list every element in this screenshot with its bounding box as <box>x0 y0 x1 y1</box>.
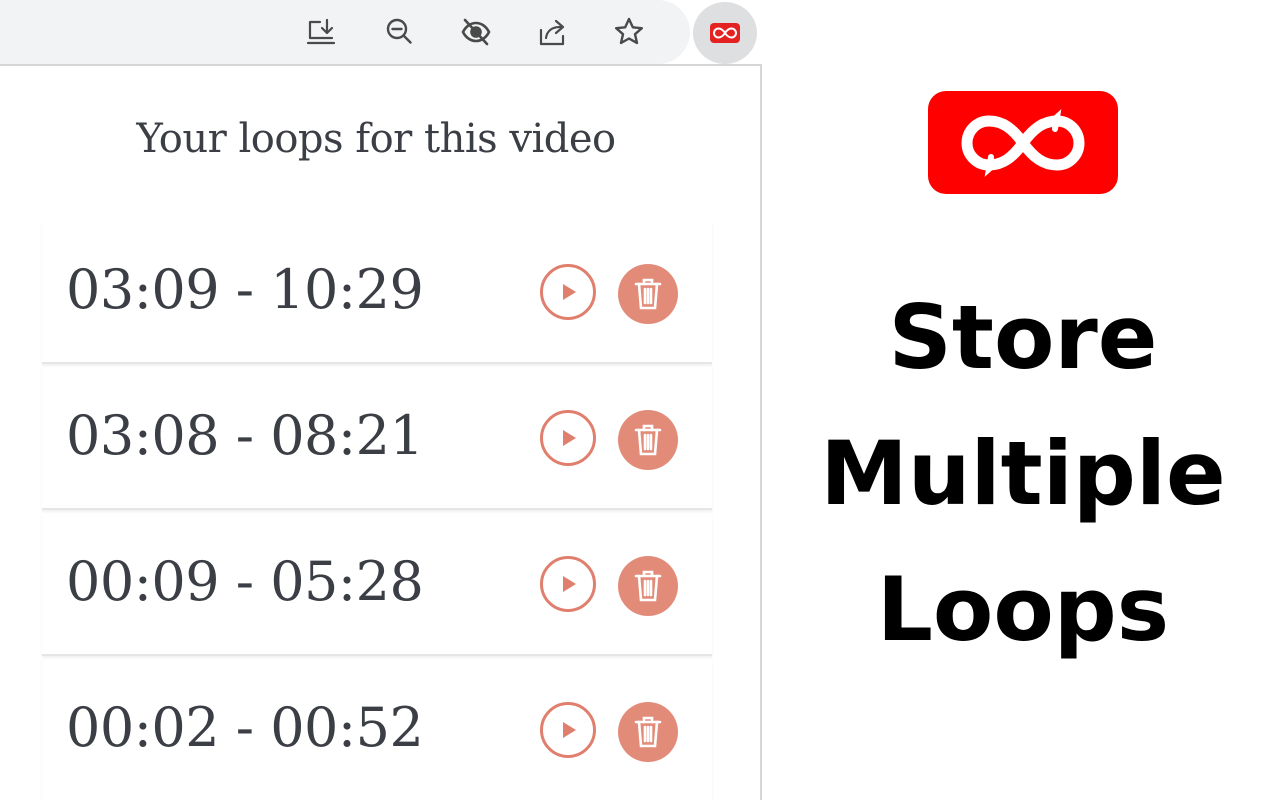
loop-range: 03:08 - 08:21 <box>66 404 424 467</box>
play-loop-button[interactable] <box>540 556 596 612</box>
delete-loop-button[interactable] <box>618 556 678 616</box>
loop-list: 03:09 - 10:29 03:08 - 08:21 00:09 - 05:2… <box>42 220 712 800</box>
trash-icon <box>634 278 662 310</box>
promo-headline: Store Multiple Loops <box>800 270 1246 678</box>
play-loop-button[interactable] <box>540 264 596 320</box>
promo-line: Store <box>888 286 1158 389</box>
delete-loop-button[interactable] <box>618 702 678 762</box>
delete-loop-button[interactable] <box>618 410 678 470</box>
infinity-loop-icon[interactable] <box>693 2 757 64</box>
zoom-out-icon[interactable] <box>381 14 417 50</box>
loop-row: 00:09 - 05:28 <box>42 512 712 656</box>
trash-icon <box>634 716 662 748</box>
install-app-icon[interactable] <box>303 14 339 50</box>
loop-row: 00:02 - 00:52 <box>42 658 712 800</box>
trash-icon <box>634 424 662 456</box>
popup-title: Your loops for this video <box>136 116 616 162</box>
share-icon[interactable] <box>535 14 571 50</box>
delete-loop-button[interactable] <box>618 264 678 324</box>
promo-line: Loops <box>876 558 1170 661</box>
browser-toolbar <box>0 0 690 64</box>
loop-range: 00:02 - 00:52 <box>66 696 424 759</box>
hide-eye-icon[interactable] <box>458 14 494 50</box>
play-loop-button[interactable] <box>540 410 596 466</box>
play-loop-button[interactable] <box>540 702 596 758</box>
screen: Your loops for this video 03:09 - 10:29 … <box>0 0 1280 800</box>
promo-line: Multiple <box>820 422 1226 525</box>
play-icon <box>563 576 576 592</box>
play-icon <box>563 722 576 738</box>
loop-range: 03:09 - 10:29 <box>66 258 424 321</box>
loop-row: 03:08 - 08:21 <box>42 366 712 510</box>
loop-range: 00:09 - 05:28 <box>66 550 424 613</box>
loops-popup: Your loops for this video 03:09 - 10:29 … <box>0 64 762 800</box>
play-icon <box>563 284 576 300</box>
loop-row: 03:09 - 10:29 <box>42 220 712 364</box>
play-icon <box>563 430 576 446</box>
trash-icon <box>634 570 662 602</box>
infinity-loop-logo <box>928 91 1118 194</box>
bookmark-star-icon[interactable] <box>611 14 647 50</box>
